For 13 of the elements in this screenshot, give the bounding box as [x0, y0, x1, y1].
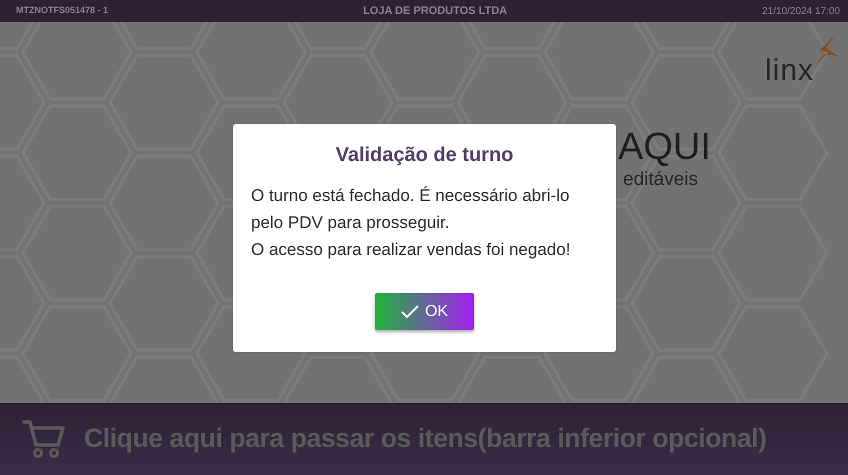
cart-icon [22, 419, 66, 459]
date-time: 21/10/2024 17:00 [762, 4, 840, 18]
headline: AQUI [618, 128, 712, 166]
ok-button[interactable]: OK [375, 293, 474, 330]
dialog-message: O acesso para realizar vendas foi negado! [251, 239, 572, 261]
dialog-title: Validação de turno [334, 143, 514, 168]
check-icon [400, 304, 419, 318]
logo-text: linx [764, 56, 814, 86]
dialog-message: O turno está fechado. É necessário abri-lo pelo PDV para prosseguir. [251, 185, 570, 234]
lightning-icon [812, 34, 838, 68]
store-name: LOJA DE PRODUTOS LTDA [363, 4, 508, 19]
terminal-id: MTZNOTFS051478 - 1 [16, 4, 108, 18]
subtitle: editáveis [623, 168, 699, 192]
